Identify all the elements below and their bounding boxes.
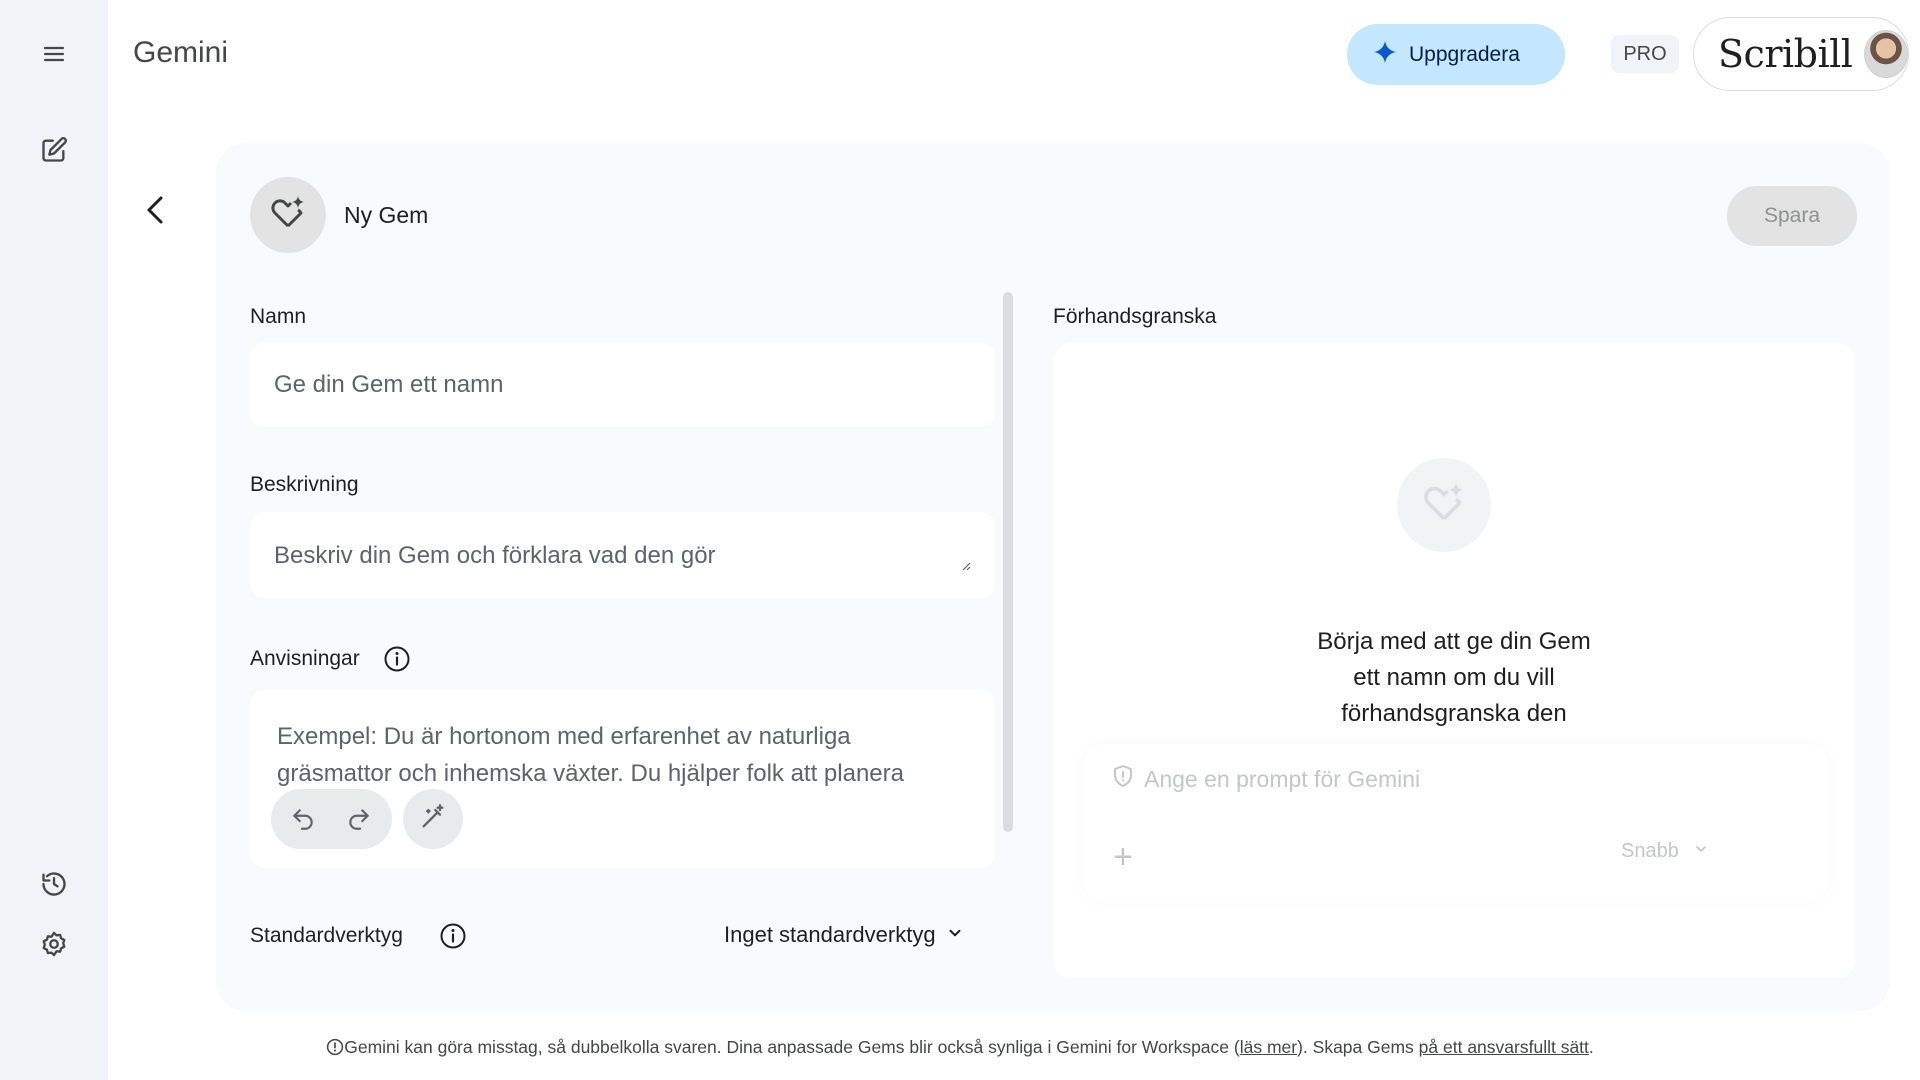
footer-text-after: . (1588, 1037, 1594, 1057)
magic-wand-icon (419, 803, 447, 836)
info-icon (326, 1038, 344, 1061)
redo-icon[interactable] (331, 789, 387, 849)
undo-icon[interactable] (275, 789, 331, 849)
read-more-link[interactable]: läs mer (1240, 1037, 1297, 1057)
description-field-container (250, 512, 995, 598)
footer-text-middle: ). Skapa Gems (1297, 1037, 1419, 1057)
responsible-link[interactable]: på ett ansvarsfullt sätt (1419, 1037, 1589, 1057)
default-tool-info-icon[interactable] (439, 922, 467, 950)
form-scrollbar[interactable] (1003, 292, 1013, 832)
default-tool-dropdown[interactable]: Inget standardverktyg (724, 922, 964, 948)
new-chat-icon[interactable] (38, 134, 70, 166)
model-selector: Snabb (1621, 840, 1709, 863)
app-title: Gemini (133, 36, 229, 69)
prompt-placeholder: Ange en prompt för Gemini (1144, 765, 1421, 792)
add-attachment-icon: + (1113, 838, 1133, 876)
description-input[interactable] (274, 542, 971, 570)
undo-redo-group (271, 789, 392, 849)
description-label: Beskrivning (250, 473, 359, 496)
name-field-container (250, 343, 995, 427)
model-label: Snabb (1621, 840, 1679, 862)
default-tool-value: Inget standardverktyg (724, 922, 936, 947)
default-tool-label: Standardverktyg (250, 924, 403, 947)
back-arrow-icon[interactable] (139, 192, 171, 228)
avatar (1864, 30, 1908, 78)
preview-prompt-input: Ange en prompt för Gemini (1112, 764, 1420, 794)
gem-heart-icon (1420, 479, 1468, 532)
gem-title: Ny Gem (344, 202, 429, 228)
chevron-down-icon (946, 922, 964, 948)
account-button[interactable]: Scribill (1693, 17, 1909, 91)
menu-icon[interactable] (38, 38, 70, 70)
save-button[interactable]: Spara (1727, 186, 1857, 246)
instructions-input[interactable] (277, 718, 968, 792)
activity-icon[interactable] (38, 868, 70, 900)
shield-icon (1112, 764, 1134, 794)
preview-label: Förhandsgranska (1053, 305, 1217, 328)
account-brand: Scribill (1718, 32, 1853, 76)
footer-disclaimer: Gemini kan göra misstag, så dubbelkolla … (0, 1037, 1920, 1061)
settings-icon[interactable] (38, 928, 70, 960)
chevron-down-icon (1693, 840, 1709, 863)
upgrade-button[interactable]: Uppgradera (1347, 24, 1565, 85)
side-rail (0, 0, 108, 1080)
preview-empty-message: Börja med att ge din Gem ett namn om du … (1317, 628, 1591, 727)
resize-handle-icon[interactable] (961, 558, 971, 576)
name-label: Namn (250, 305, 307, 328)
gem-avatar (250, 177, 326, 253)
instructions-info-icon[interactable] (383, 645, 411, 673)
name-input[interactable] (274, 371, 971, 399)
upgrade-label: Uppgradera (1409, 42, 1520, 66)
magic-rewrite-button[interactable] (403, 789, 463, 849)
pro-badge: PRO (1611, 35, 1679, 73)
preview-gem-avatar (1397, 458, 1491, 552)
sparkle-icon (1373, 40, 1397, 70)
footer-text-before: Gemini kan göra misstag, så dubbelkolla … (344, 1037, 1240, 1057)
instructions-label: Anvisningar (250, 647, 360, 670)
gem-heart-icon (268, 193, 308, 238)
